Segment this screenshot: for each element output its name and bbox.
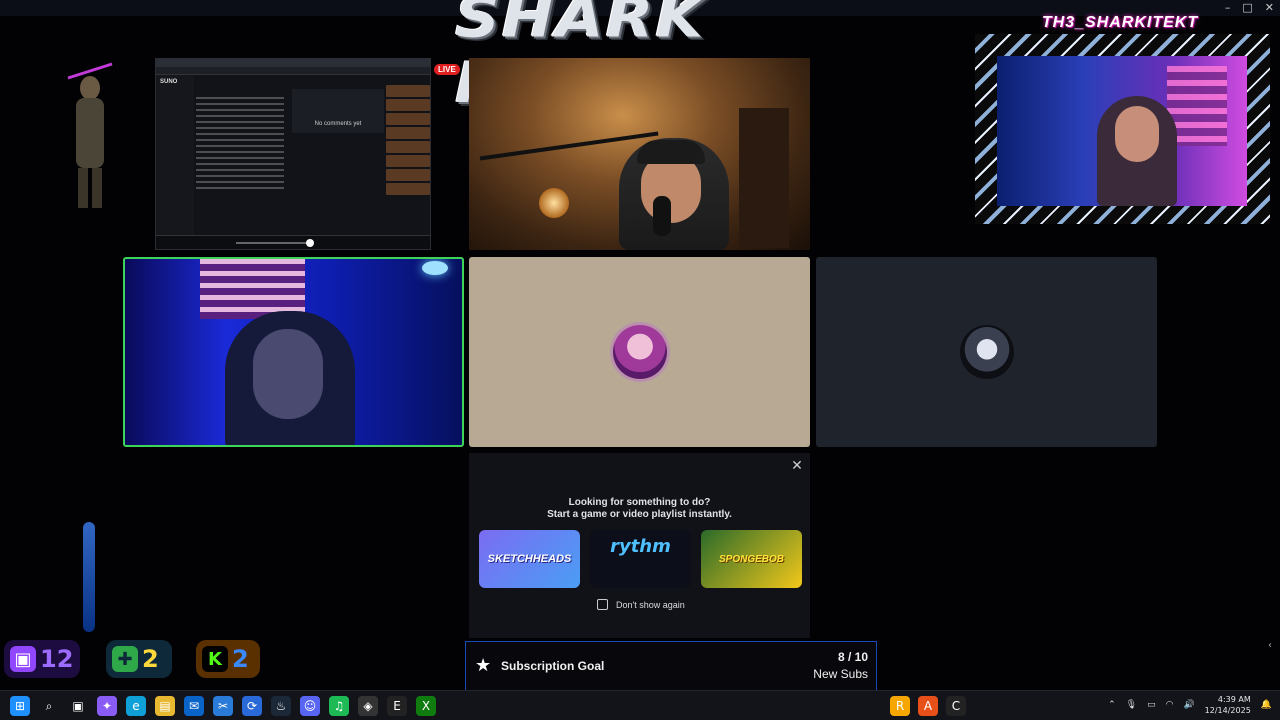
webcam-tile-speaking[interactable] <box>123 257 464 447</box>
screen-share-tile[interactable]: SUNO No comments yet <box>155 58 431 250</box>
copilot-icon[interactable]: ✦ <box>97 696 117 716</box>
avatar <box>959 325 1014 379</box>
dont-show-again-option[interactable]: Don't show again <box>597 599 685 610</box>
spotify-icon[interactable]: ♫ <box>329 696 349 716</box>
davinci-icon[interactable]: ◈ <box>358 696 378 716</box>
activity-card-spongebob[interactable]: SPONGEBOB <box>701 530 802 588</box>
rockstar-icon[interactable]: R <box>890 696 910 716</box>
no-comments-text: No comments yet <box>314 121 362 127</box>
goal-count: 8 / 10 <box>837 650 868 664</box>
comments-panel: No comments yet <box>292 89 384 133</box>
kick-icon: K <box>202 646 228 672</box>
system-tray: ⌃ 🎙 ▭ ◠ 🔊 4:39 AM 12/14/2025 🔔 <box>1108 694 1272 716</box>
activity-prompt: Looking for something to do? Start a gam… <box>469 497 810 521</box>
kick-puzzle-icon: ✚ <box>112 646 138 672</box>
lyrics-document <box>196 93 284 231</box>
volume-icon[interactable]: 🔊 <box>1183 700 1194 710</box>
activity-cards: SKETCHHEADS rythm SPONGEBOB <box>479 530 802 588</box>
card-title: SKETCHHEADS <box>487 553 572 565</box>
dont-show-again-label: Don't show again <box>616 599 685 610</box>
activity-suggestion-panel: ✕ Looking for something to do? Start a g… <box>469 453 810 638</box>
kick-viewer-count-b: K 2 <box>196 640 260 678</box>
kick-viewer-count-a: ✚ 2 <box>106 640 172 678</box>
side-expand-icon[interactable]: ‹ <box>1268 640 1280 660</box>
call-of-duty-icon[interactable]: C <box>946 696 966 716</box>
maximize-button[interactable]: □ <box>1242 1 1252 14</box>
discord-icon[interactable]: ☺ <box>300 696 320 716</box>
kick-count-b: 2 <box>232 645 249 673</box>
play-button[interactable] <box>306 239 314 247</box>
avatar <box>612 325 667 379</box>
windows-start-icon[interactable]: ⊞ <box>10 696 30 716</box>
snipping-tool-icon[interactable]: ✂ <box>213 696 233 716</box>
browser-url-bar <box>156 67 430 75</box>
windows-taskbar: ⊞ ⌕ ▣ ✦ e ▤ ✉ ✂ ⟳ ♨ ☺ ♫ ◈ E X RAC ⌃ 🎙 ▭ ◠ 🔊 4:39 AM 12… <box>0 690 1280 720</box>
epic-games-icon[interactable]: E <box>387 696 407 716</box>
activity-prompt-line2: Start a game or video playlist instantly… <box>547 509 732 520</box>
notification-bell-icon[interactable]: 🔔 <box>1261 700 1272 710</box>
decorative-blue-bar <box>83 522 95 632</box>
soldier-figure-image <box>67 62 113 208</box>
minimize-button[interactable]: – <box>1225 1 1231 14</box>
media-player-bar <box>156 235 430 249</box>
activity-card-rythm[interactable]: rythm <box>590 530 691 588</box>
star-icon: ★ <box>475 655 492 676</box>
wifi-icon[interactable]: ◠ <box>1166 700 1174 710</box>
clock-date: 12/14/2025 <box>1204 706 1251 715</box>
twitch-viewer-count: ▣ 12 <box>4 640 80 678</box>
card-title: rythm <box>610 536 671 557</box>
stream-scene: – □ ✕ SHARK FAM SUNO No comments yet <box>0 0 1280 720</box>
participant-tile-avatar-b[interactable] <box>816 257 1157 447</box>
xbox-icon[interactable]: X <box>416 696 436 716</box>
dont-show-again-checkbox[interactable] <box>597 599 608 610</box>
twitch-icon: ▣ <box>10 646 36 672</box>
chevron-up-icon[interactable]: ⌃ <box>1108 700 1116 710</box>
close-window-button[interactable]: ✕ <box>1265 1 1274 14</box>
outlook-icon[interactable]: ✉ <box>184 696 204 716</box>
edge-icon[interactable]: e <box>126 696 146 716</box>
decorative-frame <box>975 34 1270 224</box>
network-icon[interactable]: ▭ <box>1147 700 1156 710</box>
file-explorer-icon[interactable]: ▤ <box>155 696 175 716</box>
participant-tile-avatar-a[interactable] <box>469 257 810 447</box>
kick-count-a: 2 <box>142 645 159 673</box>
streamer-name-title: TH3_SHARKITEKT <box>1041 14 1199 31</box>
webcam-overlay-topright: TH3_SHARKITEKT <box>975 14 1270 224</box>
twitch-count: 12 <box>40 645 74 673</box>
taskbar-pinned-apps: ⊞ ⌕ ▣ ✦ e ▤ ✉ ✂ ⟳ ♨ ☺ ♫ ◈ E X <box>10 696 436 716</box>
close-icon[interactable]: ✕ <box>790 459 804 473</box>
playback-progress[interactable] <box>236 242 310 244</box>
task-view-icon[interactable]: ▣ <box>68 696 88 716</box>
steam-icon[interactable]: ♨ <box>271 696 291 716</box>
suno-logo: SUNO <box>160 79 178 85</box>
activity-card-sketchheads[interactable]: SKETCHHEADS <box>479 530 580 588</box>
card-title: SPONGEBOB <box>718 553 784 565</box>
window-controls: – □ ✕ <box>1225 1 1274 14</box>
adobe-icon[interactable]: A <box>918 696 938 716</box>
sync-icon[interactable]: ⟳ <box>242 696 262 716</box>
system-clock[interactable]: 4:39 AM 12/14/2025 <box>1205 694 1251 716</box>
webcam-tile-center[interactable] <box>469 58 810 250</box>
taskbar-secondary-apps: RAC <box>890 696 966 716</box>
clock-time: 4:39 AM <box>1217 695 1251 704</box>
live-badge: LIVE <box>434 64 460 75</box>
microphone-icon[interactable]: 🎙 <box>1126 700 1137 710</box>
goal-unit: New Subs <box>813 667 868 681</box>
search-icon[interactable]: ⌕ <box>39 696 59 716</box>
browser-tabs <box>156 59 430 67</box>
suno-sidebar: SUNO <box>156 75 194 235</box>
song-list <box>386 83 430 235</box>
webcam-feed <box>997 56 1247 206</box>
goal-title: Subscription Goal <box>501 659 605 673</box>
activity-prompt-line1: Looking for something to do? <box>568 497 711 508</box>
